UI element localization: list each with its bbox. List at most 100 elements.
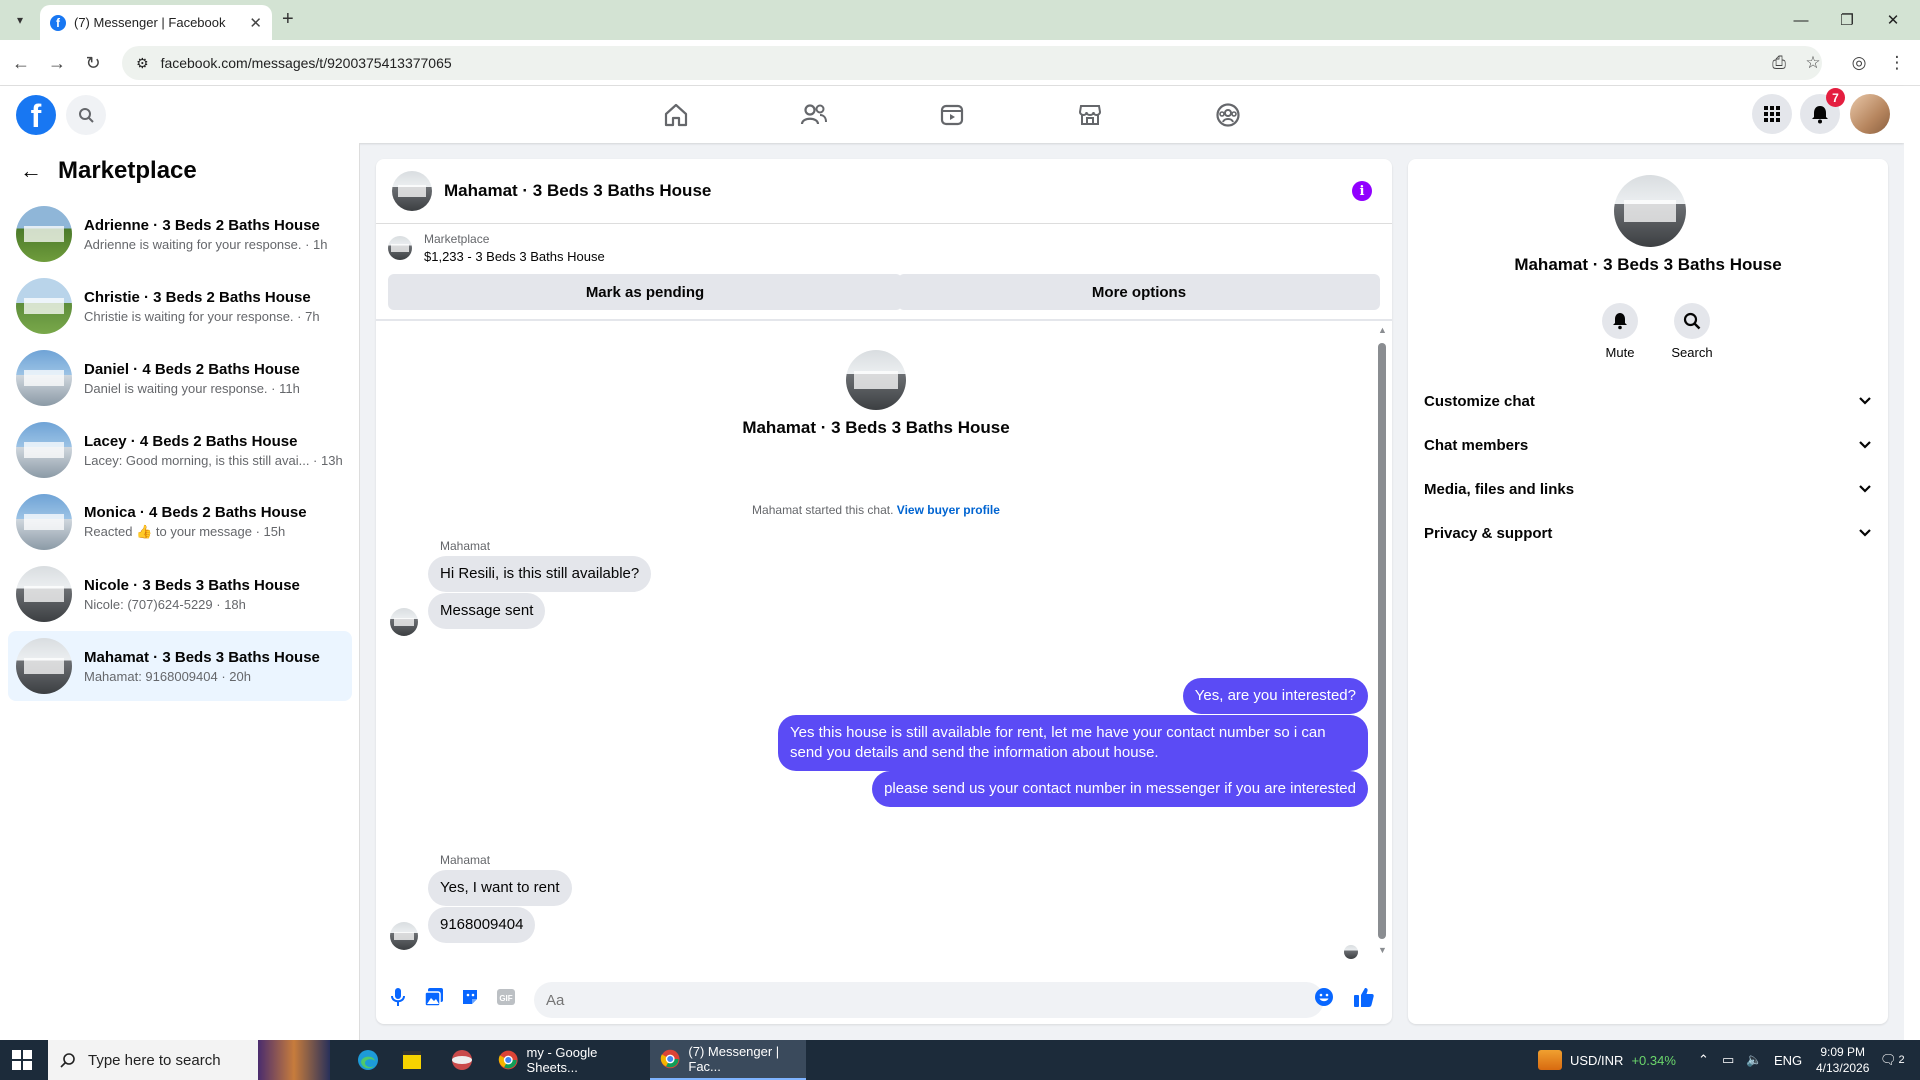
thumbs-up-send-icon[interactable] [1350, 983, 1378, 1011]
scroll-thumb[interactable] [1378, 343, 1386, 939]
conversation-avatar[interactable] [1614, 175, 1686, 247]
outgoing-message[interactable]: please send us your contact number in me… [872, 771, 1368, 807]
chat-scrollbar[interactable]: ▲ ▼ [1378, 325, 1387, 955]
home-icon[interactable] [620, 90, 732, 140]
reload-icon[interactable]: ↻ [80, 50, 106, 76]
new-tab-icon[interactable]: + [282, 8, 294, 31]
video-icon[interactable] [896, 90, 1008, 140]
tab-search-dropdown-icon[interactable]: ▾ [8, 8, 32, 32]
thumbs-up-reaction-icon: 👍 [136, 524, 153, 539]
chat-started-text: Mahamat started this chat. [752, 503, 894, 517]
section-label: Chat members [1424, 436, 1529, 454]
sender-avatar[interactable] [390, 922, 418, 950]
restore-icon[interactable]: ❐ [1824, 0, 1870, 40]
chat-members-section[interactable]: Chat members [1424, 423, 1872, 467]
message-input[interactable] [534, 982, 1324, 1018]
outgoing-message[interactable]: Yes this house is still available for re… [778, 715, 1368, 771]
volume-icon[interactable]: 🔈 [1746, 1040, 1762, 1080]
photo-gallery-icon[interactable] [420, 983, 448, 1011]
ticker-name: USD/INR [1570, 1052, 1624, 1068]
chat-avatar[interactable] [392, 171, 432, 211]
media-files-links-section[interactable]: Media, files and links [1424, 467, 1872, 511]
listing-summary[interactable]: Marketplace $1,233 - 3 Beds 3 Baths Hous… [388, 232, 605, 264]
conversation-preview: Reacted 👍 to your message · 15h [84, 524, 307, 540]
conversation-name: Daniel · 4 Beds 2 Baths House [84, 360, 300, 378]
mark-as-pending-button[interactable]: Mark as pending [388, 274, 902, 310]
forward-icon[interactable]: → [44, 50, 70, 76]
chat-header: Mahamat · 3 Beds 3 Baths House i [376, 159, 1392, 224]
conversation-item[interactable]: Adrienne · 3 Beds 2 Baths House Adrienne… [8, 199, 352, 269]
profile-icon[interactable]: ◎ [1846, 50, 1872, 76]
gif-icon[interactable]: GIF [492, 983, 520, 1011]
mute-button[interactable]: Mute [1590, 303, 1650, 360]
page-scrollbar[interactable] [1904, 86, 1920, 1040]
sticky-notes-icon[interactable] [390, 1040, 434, 1080]
incoming-message[interactable]: Yes, I want to rent [428, 870, 572, 906]
facebook-logo[interactable]: f [16, 95, 56, 135]
back-icon[interactable]: ← [8, 50, 34, 76]
search-in-conversation-button[interactable]: Search [1662, 303, 1722, 360]
edge-icon[interactable] [346, 1040, 390, 1080]
network-icon[interactable]: ▭ [1722, 1040, 1734, 1080]
conversation-item[interactable]: Nicole · 3 Beds 3 Baths House Nicole: (7… [8, 559, 352, 629]
scroll-up-arrow-icon[interactable]: ▲ [1378, 325, 1387, 335]
incoming-message[interactable]: 9168009404 [428, 907, 536, 943]
tab-close-icon[interactable]: ✕ [249, 14, 262, 32]
install-app-icon[interactable]: ⎙ [1766, 50, 1792, 76]
action-center-icon[interactable]: 🗨 2 [1880, 1040, 1905, 1080]
close-window-icon[interactable]: ✕ [1870, 0, 1916, 40]
view-buyer-profile-link[interactable]: View buyer profile [897, 503, 1000, 517]
conversation-item[interactable]: Daniel · 4 Beds 2 Baths House Daniel is … [8, 343, 352, 413]
conversation-name: Lacey · 4 Beds 2 Baths House [84, 432, 298, 450]
conversation-name: Adrienne · 3 Beds 2 Baths House [84, 216, 320, 234]
search-icon [1674, 303, 1710, 339]
site-info-icon[interactable]: ⚙ [136, 55, 149, 72]
scroll-down-arrow-icon[interactable]: ▼ [1378, 945, 1387, 955]
sticker-icon[interactable] [456, 983, 484, 1011]
seen-indicator-avatar [1344, 945, 1358, 959]
more-options-button[interactable]: More options [898, 274, 1380, 310]
privacy-support-section[interactable]: Privacy & support [1424, 511, 1872, 555]
date-text: 4/13/2026 [1816, 1061, 1870, 1075]
conversation-item[interactable]: Monica · 4 Beds 2 Baths House Reacted 👍 … [8, 487, 352, 557]
emoji-icon[interactable] [1310, 983, 1338, 1011]
section-label: Privacy & support [1424, 524, 1553, 542]
groups-icon[interactable] [1172, 90, 1284, 140]
minimize-icon[interactable]: — [1778, 0, 1824, 40]
conversation-item[interactable]: Christie · 3 Beds 2 Baths House Christie… [8, 271, 352, 341]
show-hidden-icons-icon[interactable]: ⌃ [1698, 1040, 1709, 1080]
windows-start-icon[interactable] [12, 1050, 32, 1070]
menu-grid-icon[interactable] [1752, 94, 1792, 134]
notification-count-badge: 7 [1826, 88, 1845, 107]
bookmark-star-icon[interactable]: ☆ [1800, 50, 1826, 76]
customize-chat-section[interactable]: Customize chat [1424, 379, 1872, 423]
app-icon[interactable] [440, 1040, 484, 1080]
outgoing-message[interactable]: Yes, are you interested? [1182, 678, 1368, 714]
conversation-preview: Lacey: Good morning, is this still avai.… [84, 452, 343, 468]
conversation-item[interactable]: Lacey · 4 Beds 2 Baths House Lacey: Good… [8, 415, 352, 485]
search-icon[interactable] [66, 95, 106, 135]
listing-thumbnail [16, 422, 72, 478]
sender-avatar[interactable] [390, 608, 418, 636]
browser-menu-icon[interactable]: ⋮ [1884, 50, 1910, 76]
marketplace-icon[interactable] [1034, 90, 1146, 140]
taskbar-chrome-sheets[interactable]: my - Google Sheets... [488, 1040, 644, 1080]
incoming-message[interactable]: Hi Resili, is this still available? [428, 556, 652, 592]
currency-widget[interactable]: USD/INR +0.34% [1538, 1040, 1676, 1080]
chat-title[interactable]: Mahamat · 3 Beds 3 Baths House [444, 181, 711, 201]
taskbar-search-box[interactable]: Type here to search [48, 1040, 330, 1080]
microphone-icon[interactable] [384, 983, 412, 1011]
taskbar-chrome-messenger[interactable]: (7) Messenger | Fac... [650, 1040, 806, 1080]
back-arrow-icon[interactable]: ← [20, 158, 42, 184]
address-bar[interactable]: ⚙ facebook.com/messages/t/92003754133770… [122, 46, 1822, 80]
language-indicator[interactable]: ENG [1774, 1040, 1802, 1080]
clock[interactable]: 9:09 PM 4/13/2026 [1816, 1040, 1869, 1080]
conversation-info-icon[interactable]: i [1352, 181, 1372, 201]
chrome-icon [660, 1049, 680, 1069]
ticker-change: +0.34% [1631, 1052, 1676, 1068]
account-avatar[interactable] [1850, 94, 1890, 134]
browser-tab-messenger[interactable]: f (7) Messenger | Facebook ✕ [40, 5, 272, 40]
incoming-message[interactable]: Message sent [428, 593, 546, 629]
friends-icon[interactable] [758, 90, 870, 140]
conversation-item-active[interactable]: Mahamat · 3 Beds 3 Baths House Mahamat: … [8, 631, 352, 701]
